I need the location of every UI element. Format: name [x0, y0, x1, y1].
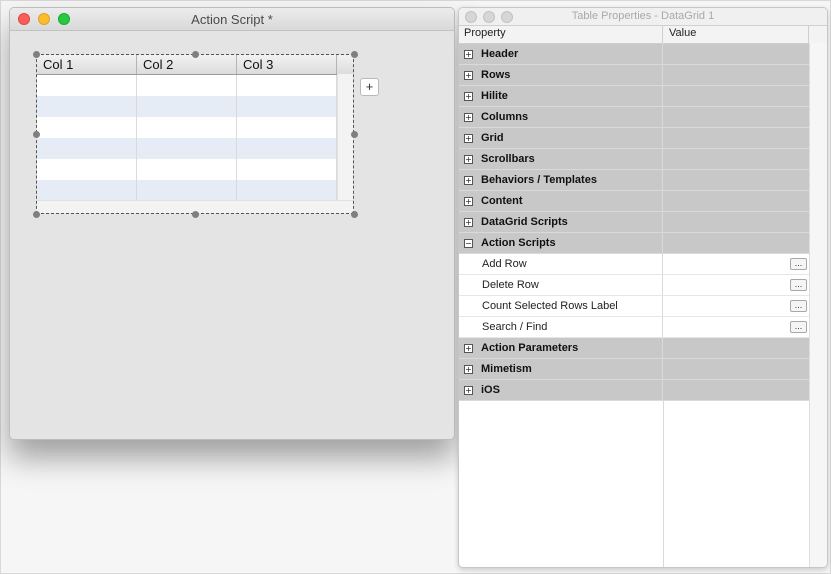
selection-outline — [36, 54, 354, 214]
table-properties-window: Table Properties - DataGrid 1 Property V… — [458, 7, 828, 568]
group-hilite[interactable]: + Hilite — [459, 86, 809, 107]
expand-icon[interactable]: + — [464, 217, 473, 227]
group-header[interactable]: + Header — [459, 44, 809, 65]
property-label: Add Row — [482, 258, 527, 270]
expand-icon[interactable]: + — [464, 133, 473, 143]
property-column-header[interactable]: Property — [459, 26, 663, 43]
edit-script-button[interactable]: ... — [790, 321, 807, 333]
group-rows[interactable]: + Rows — [459, 65, 809, 86]
value-column-header[interactable]: Value — [663, 26, 809, 43]
group-label: Content — [481, 195, 523, 207]
group-scrollbars[interactable]: + Scrollbars — [459, 149, 809, 170]
group-label: Behaviors / Templates — [481, 174, 597, 186]
action-script-window: Action Script * Col 1 Col 2 Col 3 + — [9, 7, 455, 440]
property-delete-row[interactable]: Delete Row... — [459, 275, 809, 296]
resize-handle-top[interactable] — [192, 51, 199, 58]
resize-handle-bottom-right[interactable] — [351, 211, 358, 218]
group-ios[interactable]: + iOS — [459, 380, 809, 401]
group-label: iOS — [481, 384, 500, 396]
expand-icon[interactable]: + — [464, 343, 473, 353]
window-titlebar[interactable]: Action Script * — [10, 8, 454, 31]
resize-handle-bottom-left[interactable] — [33, 211, 40, 218]
properties-header: Property Value — [459, 26, 827, 44]
group-label: Header — [481, 48, 519, 60]
resize-handle-bottom[interactable] — [192, 211, 199, 218]
expand-icon[interactable]: + — [464, 196, 473, 206]
group-grid[interactable]: + Grid — [459, 128, 809, 149]
group-action-parameters[interactable]: + Action Parameters — [459, 338, 809, 359]
group-label: DataGrid Scripts — [481, 216, 568, 228]
collapse-icon[interactable]: − — [464, 238, 473, 248]
group-label: Mimetism — [481, 363, 532, 375]
resize-handle-top-right[interactable] — [351, 51, 358, 58]
group-label: Rows — [481, 69, 511, 81]
group-label: Hilite — [481, 90, 508, 102]
property-count-selected-rows-label[interactable]: Count Selected Rows Label... — [459, 296, 809, 317]
group-label: Grid — [481, 132, 504, 144]
group-content[interactable]: + Content — [459, 191, 809, 212]
expand-icon[interactable]: + — [464, 49, 473, 59]
expand-icon[interactable]: + — [464, 385, 473, 395]
expand-icon[interactable]: + — [464, 91, 473, 101]
group-label: Action Parameters — [481, 342, 579, 354]
group-columns[interactable]: + Columns — [459, 107, 809, 128]
group-label: Scrollbars — [481, 153, 535, 165]
expand-icon[interactable]: + — [464, 70, 473, 80]
group-mimetism[interactable]: + Mimetism — [459, 359, 809, 380]
add-column-button[interactable]: + — [360, 78, 379, 96]
desktop: Action Script * Col 1 Col 2 Col 3 + Tabl… — [0, 0, 831, 574]
edit-script-button[interactable]: ... — [790, 300, 807, 312]
palette-title: Table Properties - DataGrid 1 — [571, 10, 715, 22]
expand-icon[interactable]: + — [464, 154, 473, 164]
property-add-row[interactable]: Add Row... — [459, 254, 809, 275]
group-label: Columns — [481, 111, 529, 123]
property-label: Delete Row — [482, 279, 539, 291]
resize-handle-left[interactable] — [33, 131, 40, 138]
properties-list: + Header + Rows + Hilite + Columns + Grid + Sc… — [459, 44, 827, 401]
expand-icon[interactable]: + — [464, 364, 473, 374]
group-behaviors-templates[interactable]: + Behaviors / Templates — [459, 170, 809, 191]
resize-handle-top-left[interactable] — [33, 51, 40, 58]
group-action-scripts[interactable]: − Action Scripts — [459, 233, 809, 254]
property-label: Search / Find — [482, 321, 548, 333]
expand-icon[interactable]: + — [464, 175, 473, 185]
group-datagrid-scripts[interactable]: + DataGrid Scripts — [459, 212, 809, 233]
palette-titlebar[interactable]: Table Properties - DataGrid 1 — [459, 8, 827, 26]
window-title: Action Script * — [191, 12, 273, 27]
resize-handle-right[interactable] — [351, 131, 358, 138]
property-search-find[interactable]: Search / Find... — [459, 317, 809, 338]
expand-icon[interactable]: + — [464, 112, 473, 122]
group-label: Action Scripts — [481, 237, 556, 249]
edit-script-button[interactable]: ... — [790, 279, 807, 291]
edit-script-button[interactable]: ... — [790, 258, 807, 270]
property-label: Count Selected Rows Label — [482, 300, 618, 312]
